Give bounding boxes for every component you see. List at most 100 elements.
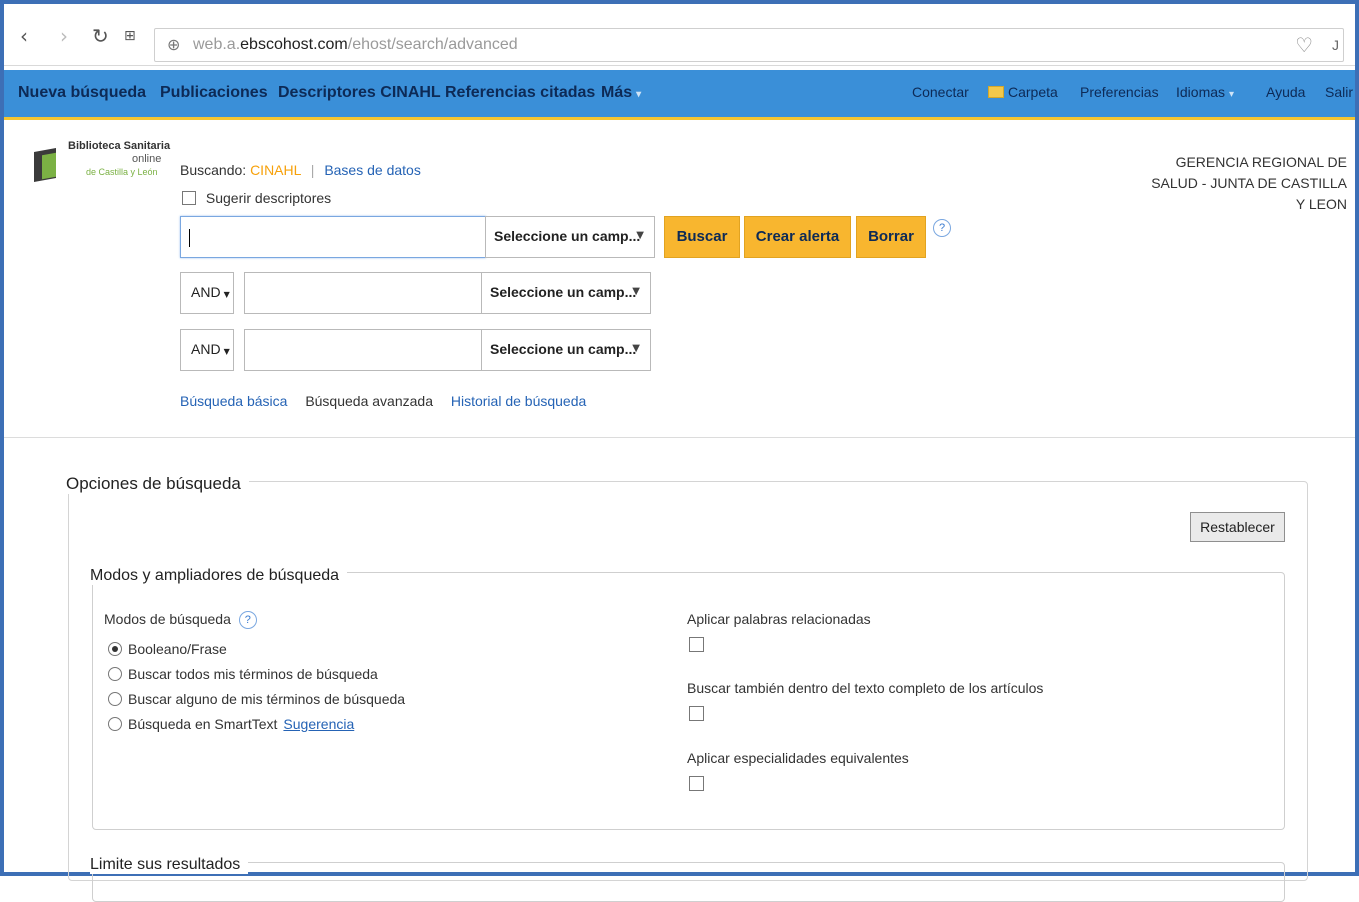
searching-label: Buscando: — [180, 162, 247, 178]
search-modes-heading: Modos de búsqueda ? — [104, 611, 257, 630]
bool-select-3[interactable]: AND ▼ — [180, 329, 234, 371]
nav-languages[interactable]: Idiomas ▾ — [1176, 84, 1234, 100]
modes-expanders-title: Modos y ampliadores de búsqueda — [90, 567, 348, 585]
search-input-2[interactable] — [244, 272, 482, 314]
book-icon-green — [42, 152, 56, 180]
nav-folder-label: Carpeta — [1008, 84, 1058, 100]
mode-label: Buscar alguno de mis términos de búsqued… — [128, 691, 406, 707]
logo-line2: online — [132, 153, 162, 165]
field-select-label: Seleccione un camp... — [490, 284, 637, 300]
logo-line1: Biblioteca Sanitaria — [68, 140, 171, 152]
org-line1: GERENCIA REGIONAL DE — [1175, 154, 1347, 170]
nav-cinahl-descriptors[interactable]: Descriptores CINAHL — [278, 84, 441, 102]
mode-label: Booleano/Frase — [128, 641, 227, 657]
separator: | — [310, 162, 315, 178]
main-nav: Nueva búsqueda Publicaciones Descriptore… — [4, 70, 1355, 120]
folder-icon — [988, 86, 1004, 98]
search-options-title: Opciones de búsqueda — [66, 474, 249, 494]
field-select-label: Seleccione un camp... — [494, 228, 641, 244]
extra-char: J — [1332, 37, 1339, 53]
nav-help[interactable]: Ayuda — [1266, 84, 1305, 100]
browser-toolbar: ‹ › ↻ ⊞ ⊕ web.a.ebscohost.com/ehost/sear… — [4, 4, 1355, 66]
nav-more[interactable]: Más ▾ — [601, 84, 641, 102]
expander-equivalent-subjects-label: Aplicar especialidades equivalentes — [687, 750, 909, 766]
field-select-label: Seleccione un camp... — [490, 341, 637, 357]
nav-cited-references[interactable]: Referencias citadas — [445, 84, 595, 102]
chevron-down-icon: ▼ — [223, 347, 230, 356]
bool-label: AND — [191, 284, 221, 300]
url-text[interactable]: web.a.ebscohost.com/ehost/search/advance… — [193, 36, 518, 54]
reload-icon[interactable]: ↻ — [92, 24, 109, 48]
text-caret — [189, 229, 190, 247]
nav-folder[interactable]: Carpeta — [988, 84, 1058, 100]
address-bar[interactable]: ⊕ web.a.ebscohost.com/ehost/search/advan… — [154, 28, 1344, 62]
chevron-down-icon: ▼ — [632, 343, 640, 354]
divider — [4, 437, 1355, 438]
chevron-down-icon: ▾ — [636, 89, 642, 100]
nav-publications[interactable]: Publicaciones — [160, 84, 268, 102]
search-input-1[interactable] — [180, 216, 486, 258]
field-select-2[interactable]: Seleccione un camp... ▼ — [481, 272, 651, 314]
back-icon[interactable]: ‹ — [20, 24, 28, 48]
expander-related-words-label: Aplicar palabras relacionadas — [687, 611, 871, 627]
suggest-checkbox[interactable] — [182, 191, 196, 205]
database-name: CINAHL — [250, 162, 301, 178]
nav-new-search[interactable]: Nueva búsqueda — [18, 84, 146, 102]
org-line3: Y LEON — [1295, 196, 1347, 212]
limit-results-title: Limite sus resultados — [90, 856, 249, 874]
field-select-3[interactable]: Seleccione un camp... ▼ — [481, 329, 651, 371]
organization-name: GERENCIA REGIONAL DE SALUD - JUNTA DE CA… — [1107, 152, 1347, 215]
expander-related-words-checkbox[interactable] — [689, 637, 704, 652]
basic-search-link[interactable]: Búsqueda básica — [180, 393, 287, 409]
bool-label: AND — [191, 341, 221, 357]
reset-button[interactable]: Restablecer — [1190, 512, 1285, 542]
library-logo[interactable]: Biblioteca Sanitaria online de Castilla … — [34, 140, 170, 200]
nav-exit[interactable]: Salir — [1325, 84, 1353, 100]
apps-grid-icon[interactable]: ⊞ — [124, 28, 136, 44]
radio[interactable] — [108, 667, 122, 681]
mode-all-terms[interactable]: Buscar todos mis términos de búsqueda — [108, 666, 378, 682]
radio[interactable] — [108, 692, 122, 706]
search-button[interactable]: Buscar — [664, 216, 740, 258]
mode-boolean[interactable]: Booleano/Frase — [108, 641, 227, 657]
create-alert-button[interactable]: Crear alerta — [744, 216, 851, 258]
forward-icon[interactable]: › — [60, 24, 68, 48]
search-modes-label: Modos de búsqueda — [104, 611, 231, 627]
search-input-3[interactable] — [244, 329, 482, 371]
suggestion-link[interactable]: Sugerencia — [283, 716, 354, 732]
clear-button[interactable]: Borrar — [856, 216, 926, 258]
chevron-down-icon: ▼ — [636, 230, 644, 241]
nav-preferences[interactable]: Preferencias — [1080, 84, 1159, 100]
nav-sign-in[interactable]: Conectar — [912, 84, 969, 100]
bool-select-2[interactable]: AND ▼ — [180, 272, 234, 314]
help-icon[interactable]: ? — [933, 219, 951, 237]
advanced-search-current: Búsqueda avanzada — [305, 393, 433, 409]
chevron-down-icon: ▼ — [223, 290, 230, 299]
mode-label: Búsqueda en SmartText — [128, 716, 278, 732]
expander-fulltext-label: Buscar también dentro del texto completo… — [687, 680, 1044, 696]
databases-link[interactable]: Bases de datos — [324, 162, 421, 178]
field-select-1[interactable]: Seleccione un camp... ▼ — [485, 216, 655, 258]
expander-fulltext-checkbox[interactable] — [689, 706, 704, 721]
radio[interactable] — [108, 717, 122, 731]
searching-indicator: Buscando: CINAHL | Bases de datos — [180, 162, 421, 178]
mode-label: Buscar todos mis términos de búsqueda — [128, 666, 378, 682]
radio-selected[interactable] — [108, 642, 122, 656]
suggest-label: Sugerir descriptores — [205, 190, 332, 206]
favorite-heart-icon[interactable]: ♡ — [1295, 33, 1313, 57]
search-mode-links: Búsqueda básica Búsqueda avanzada Histor… — [180, 393, 586, 409]
help-icon[interactable]: ? — [238, 611, 257, 629]
globe-icon: ⊕ — [167, 35, 181, 54]
org-line2: SALUD - JUNTA DE CASTILLA — [1151, 175, 1347, 191]
chevron-down-icon: ▼ — [632, 286, 640, 297]
suggest-descriptors[interactable]: Sugerir descriptores — [182, 190, 331, 206]
expander-equivalent-subjects-checkbox[interactable] — [689, 776, 704, 791]
mode-smarttext[interactable]: Búsqueda en SmartText Sugerencia — [108, 716, 354, 732]
logo-line3: de Castilla y León — [86, 167, 158, 177]
limit-results-panel — [92, 862, 1285, 902]
search-history-link[interactable]: Historial de búsqueda — [451, 393, 586, 409]
mode-any-terms[interactable]: Buscar alguno de mis términos de búsqued… — [108, 691, 405, 707]
chevron-down-icon: ▾ — [1229, 89, 1235, 100]
nav-more-label: Más — [601, 84, 633, 101]
nav-languages-label: Idiomas — [1176, 84, 1226, 100]
